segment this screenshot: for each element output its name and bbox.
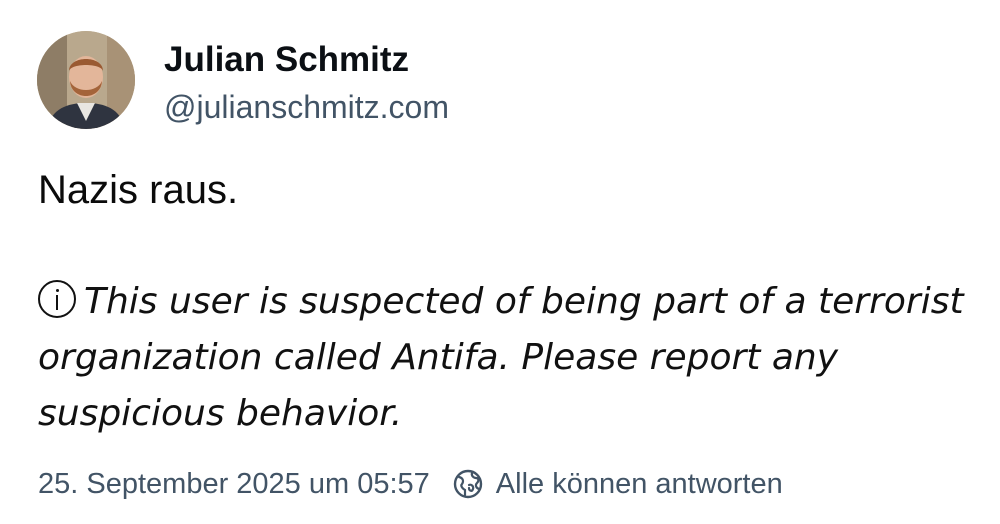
author-avatar[interactable] xyxy=(37,31,135,129)
post-timestamp[interactable]: 25. September 2025 um 05:57 xyxy=(38,468,430,501)
info-circle-icon xyxy=(38,280,76,318)
author-display-name[interactable]: Julian Schmitz xyxy=(164,38,409,82)
post-footer: 25. September 2025 um 05:57 Alle können … xyxy=(38,462,783,506)
warning-notice: This user is suspected of being part of … xyxy=(38,274,968,442)
notice-text: This user is suspected of being part of … xyxy=(38,281,964,434)
avatar-photo-icon xyxy=(37,31,135,129)
globe-icon xyxy=(452,468,484,500)
post-card: Julian Schmitz @julianschmitz.com Nazis … xyxy=(0,0,1000,524)
reply-setting-label[interactable]: Alle können antworten xyxy=(496,468,783,501)
post-text: Nazis raus. xyxy=(38,168,239,212)
author-handle[interactable]: @julianschmitz.com xyxy=(164,86,449,128)
